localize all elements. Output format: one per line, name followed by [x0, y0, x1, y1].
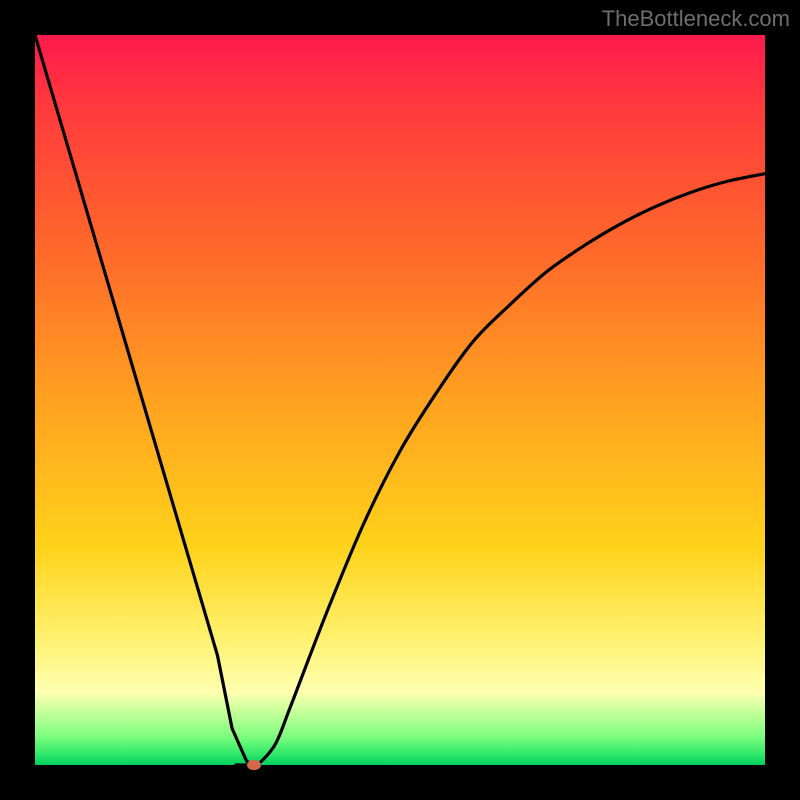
minimum-marker: [247, 760, 261, 770]
chart-frame: TheBottleneck.com: [0, 0, 800, 800]
watermark-text: TheBottleneck.com: [602, 6, 790, 32]
plot-area: [35, 35, 765, 765]
bottleneck-curve: [35, 35, 765, 765]
